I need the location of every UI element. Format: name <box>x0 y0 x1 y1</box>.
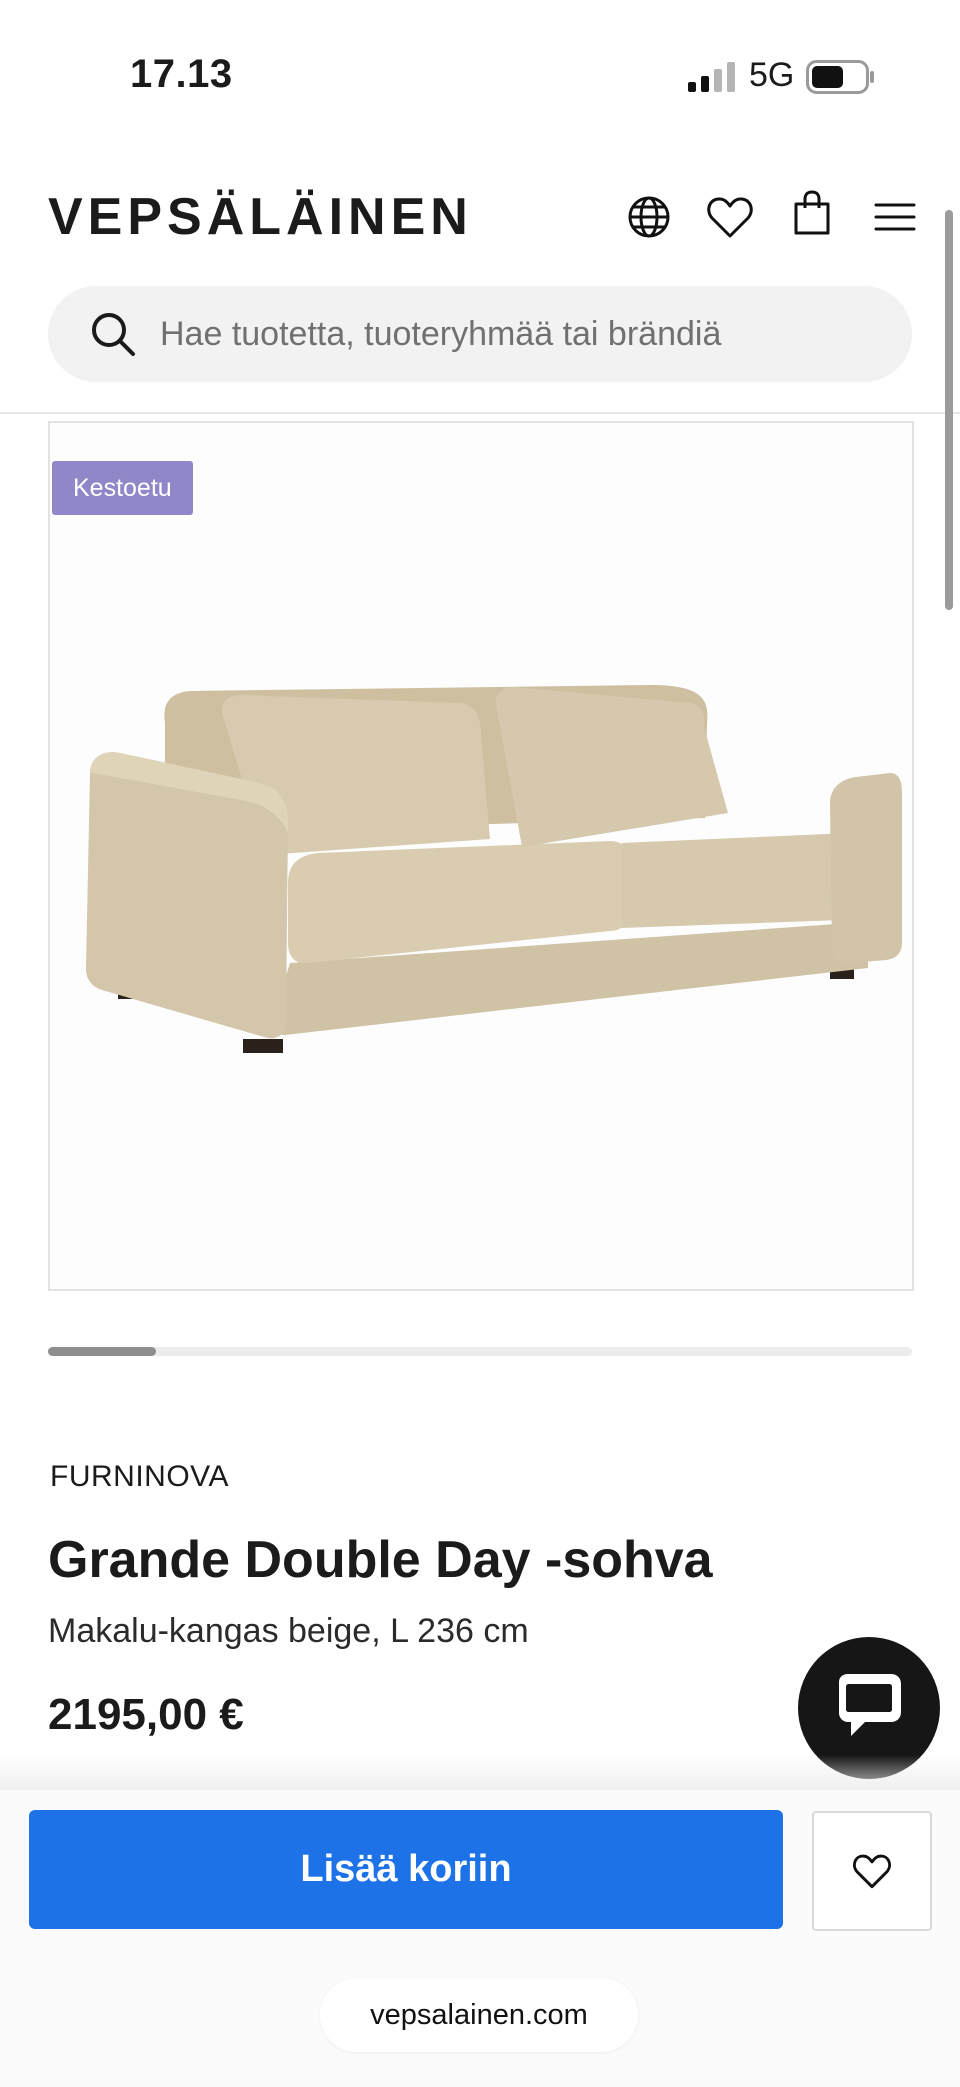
product-title: Grande Double Day -sohva <box>48 1531 713 1589</box>
bag-icon[interactable] <box>789 190 835 236</box>
search-icon <box>92 313 135 356</box>
browser-url-bar[interactable]: vepsalainen.com <box>320 1978 638 2052</box>
product-image-sofa <box>86 685 902 1053</box>
heart-icon[interactable] <box>706 194 754 240</box>
heart-icon <box>853 1854 891 1889</box>
status-time: 17.13 <box>130 52 233 96</box>
site-logo[interactable]: VEPSÄLÄINEN <box>48 187 473 247</box>
page-scrollbar[interactable] <box>945 210 953 610</box>
search-bar[interactable] <box>48 286 912 382</box>
signal-icon <box>688 62 735 92</box>
gallery-progress <box>48 1347 912 1356</box>
product-brand[interactable]: FURNINOVA <box>50 1460 229 1494</box>
product-image-gallery[interactable]: Kestoetu <box>48 421 914 1291</box>
gallery-progress-fill <box>48 1347 156 1356</box>
add-to-cart-button[interactable]: Lisää koriin <box>29 1810 783 1929</box>
battery-icon <box>806 60 874 94</box>
chat-bubble-icon <box>839 1674 901 1736</box>
menu-icon[interactable] <box>872 194 918 240</box>
add-to-wishlist-button[interactable] <box>812 1811 932 1931</box>
header-divider <box>0 412 960 414</box>
network-label: 5G <box>749 56 795 94</box>
product-variant: Makalu-kangas beige, L 236 cm <box>48 1612 529 1650</box>
action-bar-shadow <box>0 1755 960 1791</box>
discount-badge: Kestoetu <box>52 461 193 515</box>
globe-icon[interactable] <box>626 194 672 240</box>
search-input[interactable] <box>158 313 912 355</box>
product-price: 2195,00 € <box>48 1690 244 1739</box>
